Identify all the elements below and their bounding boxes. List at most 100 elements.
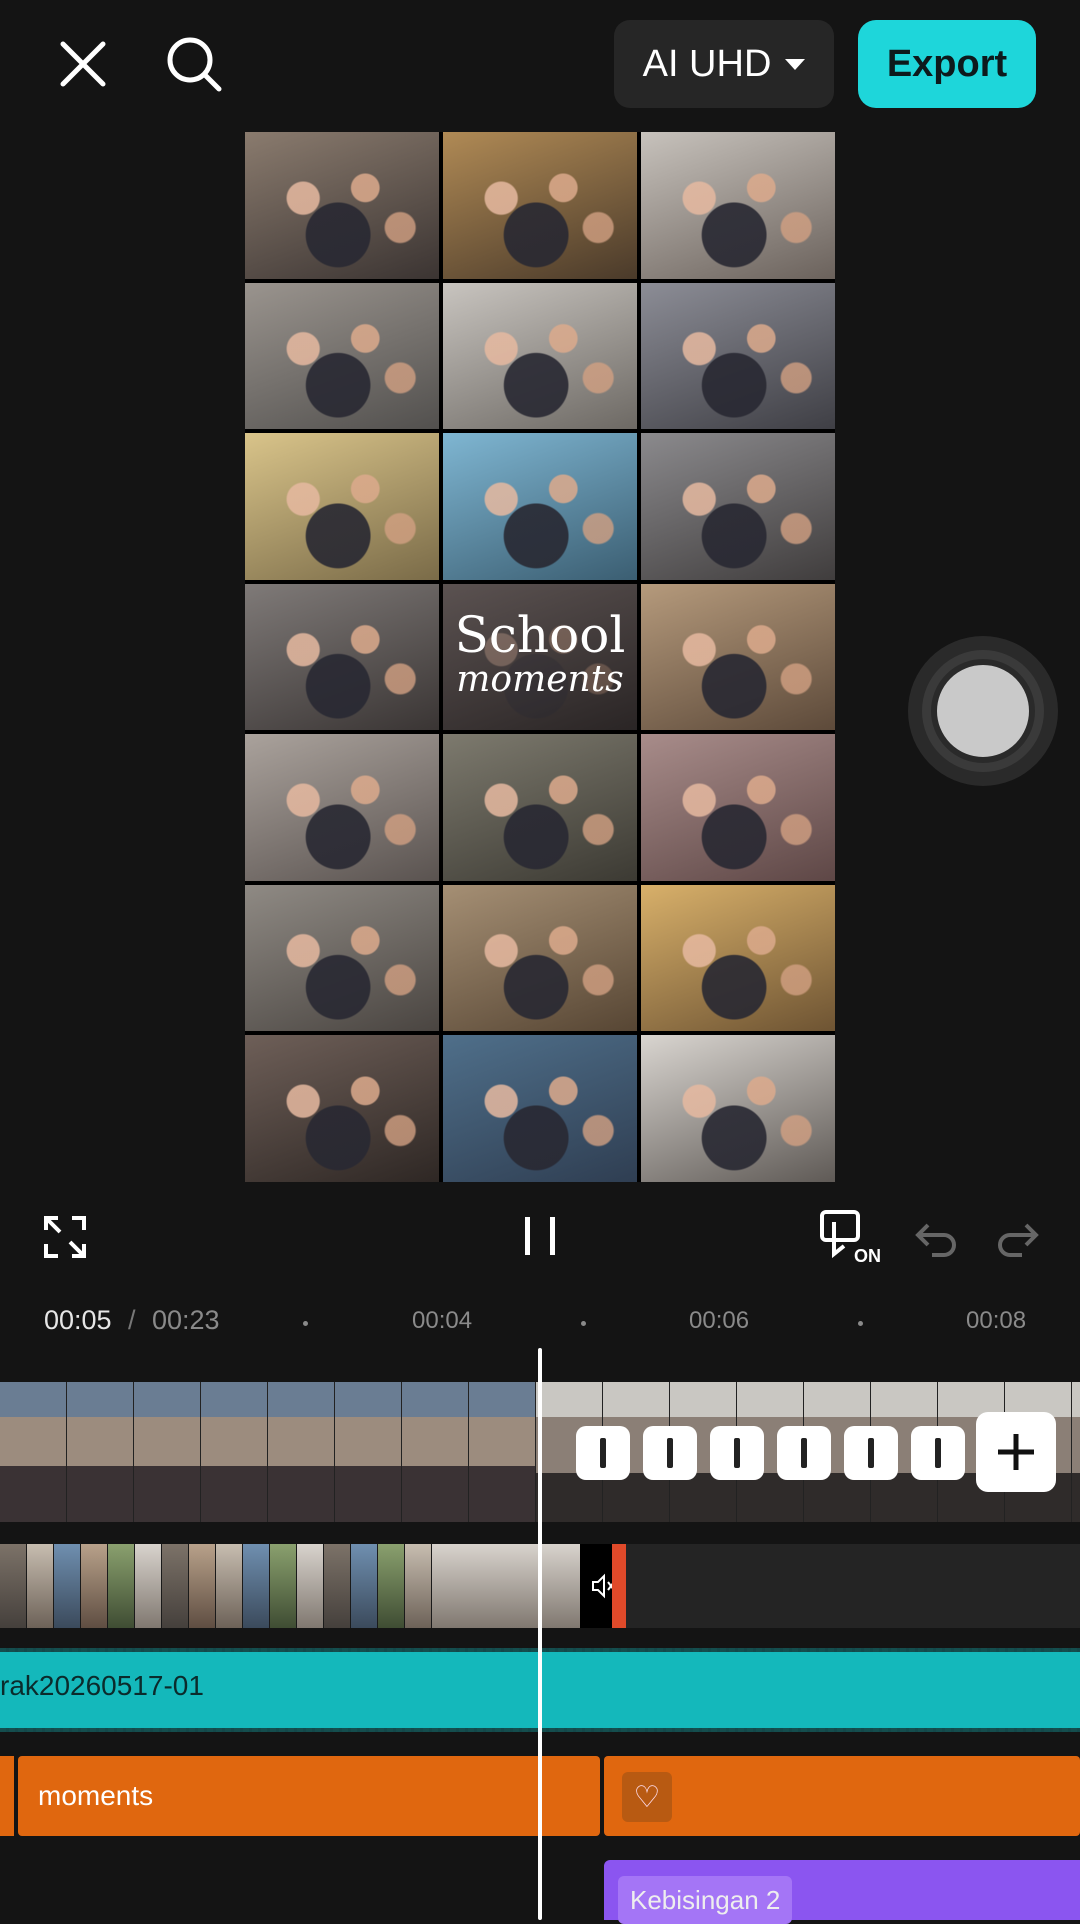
overlay-thumb — [54, 1544, 81, 1628]
text-clip-label: moments — [38, 1780, 154, 1811]
overlay-thumb — [432, 1544, 580, 1628]
playhead[interactable] — [538, 1348, 542, 1920]
video-frame-thumb — [1072, 1382, 1080, 1522]
overlay-thumb — [108, 1544, 135, 1628]
undo-icon — [915, 1223, 956, 1257]
ruler-dot — [581, 1321, 586, 1326]
collage-photo — [641, 583, 835, 731]
collage-photo — [443, 1035, 637, 1182]
quality-dropdown[interactable]: AI UHD — [614, 20, 834, 108]
collage-photo — [245, 282, 439, 430]
redo-button[interactable] — [994, 1212, 1042, 1262]
search-button[interactable] — [158, 28, 230, 100]
time-separator: / — [128, 1305, 136, 1335]
plus-icon — [998, 1434, 1034, 1470]
overlay-thumb — [243, 1544, 270, 1628]
overlay-thumb — [405, 1544, 432, 1628]
transition-button[interactable] — [710, 1426, 764, 1480]
audio-clip-label: rak20260517-01 — [0, 1670, 204, 1701]
collage-photo — [245, 583, 439, 731]
close-icon — [60, 41, 106, 87]
collage-photo — [245, 132, 439, 279]
video-frame-thumb — [0, 1382, 67, 1522]
overlay-thumb — [324, 1544, 351, 1628]
transition-icon — [801, 1438, 807, 1468]
floating-action-button[interactable] — [931, 659, 1035, 763]
collage-photo — [641, 433, 835, 580]
ruler-tick-label: 00:08 — [966, 1307, 1027, 1334]
current-time: 00:05 — [44, 1305, 112, 1335]
heart-icon: ♡ — [622, 1772, 672, 1822]
captions-on-label: ON — [854, 1246, 881, 1266]
collage-title-tile: School moments — [443, 583, 637, 731]
transition-icon — [734, 1438, 740, 1468]
video-frame-thumb — [201, 1382, 268, 1522]
transition-button[interactable] — [643, 1426, 697, 1480]
captions-toggle[interactable]: ON — [818, 1208, 886, 1268]
collage-photo — [641, 282, 835, 430]
effect-clip-label: Kebisingan 2 — [618, 1876, 793, 1924]
add-clip-button[interactable] — [976, 1412, 1056, 1492]
export-button[interactable]: Export — [858, 20, 1036, 108]
transition-icon — [667, 1438, 673, 1468]
overlay-thumb — [297, 1544, 324, 1628]
close-button[interactable] — [50, 28, 116, 100]
collage-subtitle: moments — [456, 658, 624, 700]
overlay-thumb — [270, 1544, 297, 1628]
transition-button[interactable] — [911, 1426, 965, 1480]
collage-photo — [245, 734, 439, 881]
collage-photo — [245, 433, 439, 580]
clip-trim-handle[interactable] — [612, 1544, 626, 1628]
ruler-tick-label: 00:04 — [412, 1307, 473, 1334]
pause-icon — [525, 1217, 555, 1255]
overlay-thumb — [27, 1544, 54, 1628]
overlay-thumb — [216, 1544, 243, 1628]
collage-photo — [245, 1035, 439, 1182]
collage-photo — [245, 884, 439, 1032]
total-time: 00:23 — [152, 1305, 220, 1335]
sticker-clip[interactable] — [604, 1756, 1080, 1836]
overlay-thumb — [351, 1544, 378, 1628]
fullscreen-button[interactable] — [38, 1210, 92, 1264]
collage-photo — [443, 282, 637, 430]
video-frame-thumb — [402, 1382, 469, 1522]
fullscreen-icon — [44, 1216, 86, 1258]
video-frame-thumb — [67, 1382, 134, 1522]
overlay-thumb — [81, 1544, 108, 1628]
video-preview[interactable]: School moments — [245, 132, 835, 1182]
collage-photo — [641, 132, 835, 279]
undo-button[interactable] — [912, 1212, 960, 1262]
video-frame-thumb — [469, 1382, 536, 1522]
collage-photo — [641, 884, 835, 1032]
collage-photo — [443, 734, 637, 881]
transition-icon — [935, 1438, 941, 1468]
overlay-thumb — [378, 1544, 405, 1628]
ruler-dot — [858, 1321, 863, 1326]
transition-icon — [600, 1438, 606, 1468]
text-clip-edge[interactable] — [0, 1756, 14, 1836]
ruler-tick-label: 00:06 — [689, 1307, 750, 1334]
transition-button[interactable] — [844, 1426, 898, 1480]
collage-photo — [641, 1035, 835, 1182]
collage-photo — [443, 132, 637, 279]
transition-icon — [868, 1438, 874, 1468]
collage-photo — [443, 884, 637, 1032]
ruler-dot — [303, 1321, 308, 1326]
overlay-clips[interactable] — [0, 1544, 580, 1628]
collage-photo — [641, 734, 835, 881]
redo-icon — [998, 1223, 1039, 1257]
chevron-down-icon — [785, 58, 806, 70]
quality-label: AI UHD — [642, 42, 772, 85]
transition-button[interactable] — [777, 1426, 831, 1480]
transition-button[interactable] — [576, 1426, 630, 1480]
overlay-thumb — [0, 1544, 27, 1628]
collage-photo — [443, 433, 637, 580]
video-frame-thumb — [268, 1382, 335, 1522]
search-icon — [167, 37, 222, 92]
overlay-thumb — [162, 1544, 189, 1628]
video-frame-thumb — [134, 1382, 201, 1522]
pause-button[interactable] — [516, 1210, 564, 1262]
overlay-thumb — [135, 1544, 162, 1628]
overlay-thumb — [189, 1544, 216, 1628]
video-frame-thumb — [335, 1382, 402, 1522]
